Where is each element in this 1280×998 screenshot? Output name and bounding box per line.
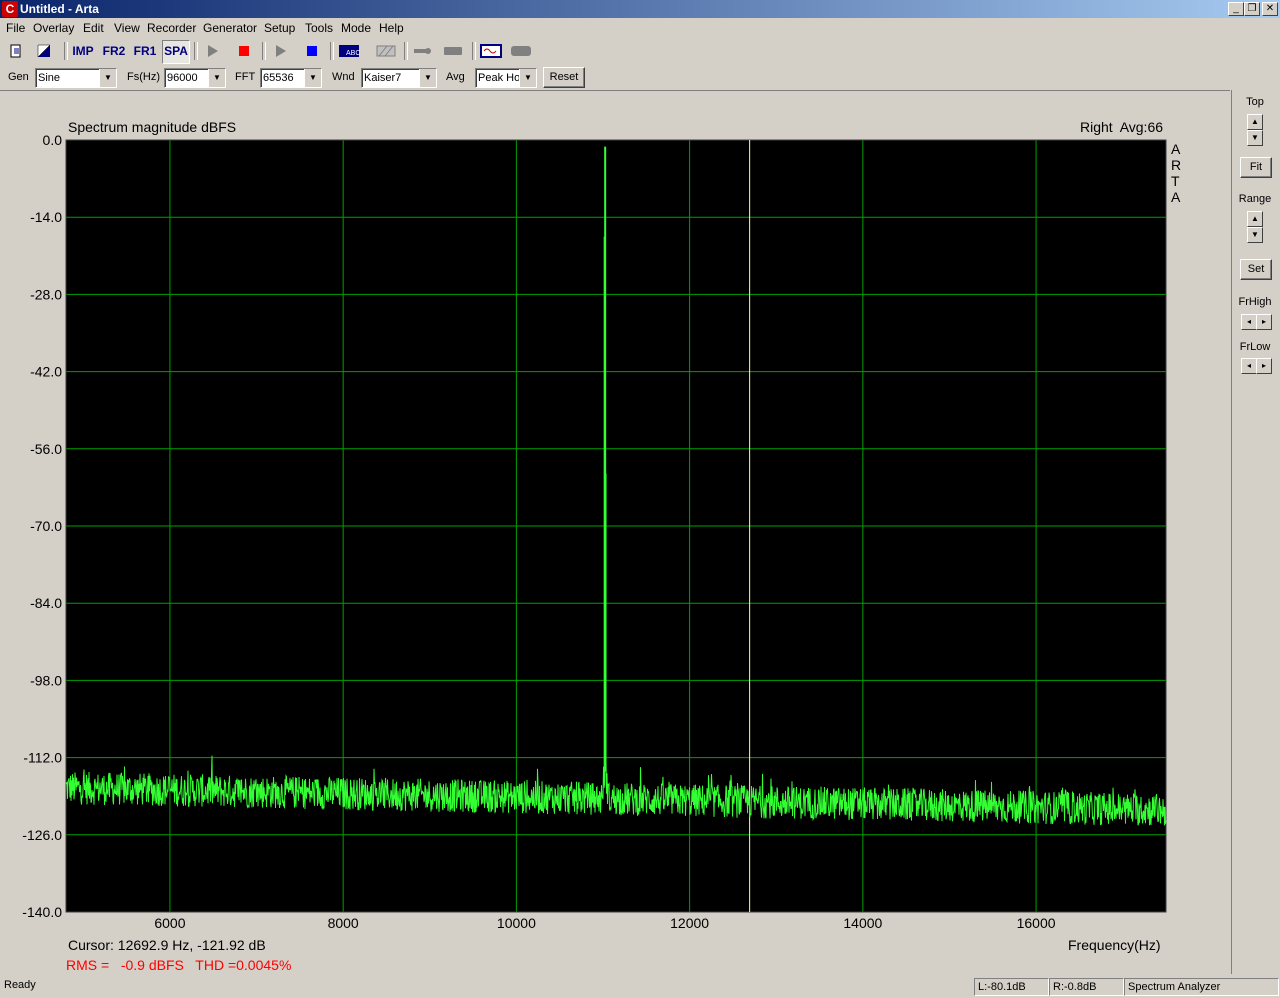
- brand-letter: R: [1171, 157, 1182, 173]
- y-tick-label: -70.0: [30, 518, 62, 534]
- y-tick-label: -28.0: [30, 286, 62, 302]
- range-down-icon[interactable]: ▼: [1247, 227, 1263, 243]
- y-tick-label: -84.0: [30, 595, 62, 611]
- range-label: Range: [1238, 193, 1272, 205]
- y-tick-label: 0.0: [43, 132, 63, 148]
- measurement-readout: RMS = -0.9 dBFS THD =0.0045%: [66, 957, 292, 973]
- range-up-icon[interactable]: ▲: [1247, 211, 1263, 227]
- status-ready: Ready: [4, 979, 36, 991]
- graph-panel: 0.0 -14.0 -28.0 -42.0 -56.0 -70.0 -84.0 -98.0 -1…: [0, 90, 1230, 975]
- frlow-label: FrLow: [1239, 341, 1271, 353]
- avg-select[interactable]: Peak Hol ▼: [475, 68, 537, 88]
- chevron-down-icon: ▼: [99, 69, 116, 87]
- imp-mode-button[interactable]: IMP: [70, 40, 96, 62]
- y-tick-label: -56.0: [30, 441, 62, 457]
- frhigh-left-icon[interactable]: ◂: [1241, 314, 1257, 330]
- close-button[interactable]: ✕: [1262, 2, 1278, 16]
- brand-letter: A: [1171, 189, 1181, 205]
- fft-label: FFT: [235, 71, 256, 83]
- menu-generator[interactable]: Generator: [203, 21, 257, 35]
- stop-icon[interactable]: [232, 40, 256, 62]
- window-title: Untitled - Arta: [20, 2, 99, 16]
- x-axis-label: Frequency(Hz): [1068, 937, 1161, 953]
- spa-mode-button[interactable]: SPA: [162, 40, 190, 64]
- status-bar: Ready L:-80.1dB R:-0.8dB Spectrum Analyz…: [0, 976, 1280, 998]
- top-up-icon[interactable]: ▲: [1247, 114, 1263, 130]
- menu-overlay[interactable]: Overlay: [33, 21, 74, 35]
- restore-button[interactable]: ❐: [1244, 2, 1260, 16]
- fs-label: Fs(Hz): [127, 71, 160, 83]
- channel-info: Right Avg:66: [1080, 119, 1164, 135]
- arta-icon[interactable]: C: [2, 1, 18, 17]
- frlow-right-icon[interactable]: ▸: [1256, 358, 1272, 374]
- svg-text:ABC: ABC: [346, 50, 360, 57]
- arta-brand: A R T A: [1171, 141, 1181, 205]
- y-tick-label: -140.0: [22, 904, 62, 920]
- gen-select[interactable]: Sine ▼: [35, 68, 117, 88]
- fit-button[interactable]: Fit: [1240, 157, 1272, 178]
- fr1-mode-button[interactable]: FR1: [132, 40, 158, 62]
- x-tick-label: 10000: [497, 915, 536, 931]
- menu-recorder[interactable]: Recorder: [147, 21, 196, 35]
- x-tick-label: 14000: [843, 915, 882, 931]
- menu-bar: File Overlay Edit View Recorder Generato…: [0, 18, 1280, 38]
- y-tick-label: -126.0: [22, 827, 62, 843]
- hatch-overlay-icon[interactable]: [374, 40, 398, 62]
- device-icon[interactable]: [441, 40, 465, 62]
- frhigh-right-icon[interactable]: ▸: [1256, 314, 1272, 330]
- brand-letter: T: [1171, 173, 1180, 189]
- y-tick-label: -98.0: [30, 672, 62, 688]
- wnd-label: Wnd: [332, 71, 355, 83]
- menu-setup[interactable]: Setup: [264, 21, 295, 35]
- right-panel: Top ▲ ▼ Fit Range ▲ ▼ Set FrHigh ◂ ▸ FrL…: [1231, 90, 1280, 974]
- chevron-down-icon: ▼: [519, 69, 536, 87]
- menu-view[interactable]: View: [114, 21, 140, 35]
- top-down-icon[interactable]: ▼: [1247, 130, 1263, 146]
- menu-edit[interactable]: Edit: [83, 21, 104, 35]
- generator-play-icon[interactable]: [268, 40, 292, 62]
- title-bar: C Untitled - Arta _ ❐ ✕: [0, 0, 1280, 18]
- status-right-level: R:-0.8dB: [1049, 978, 1124, 996]
- fs-select[interactable]: 96000 ▼: [164, 68, 226, 88]
- chevron-down-icon: ▼: [208, 69, 225, 87]
- status-mode: Spectrum Analyzer: [1124, 978, 1279, 996]
- oscilloscope-icon[interactable]: [478, 40, 504, 62]
- chevron-down-icon: ▼: [304, 69, 321, 87]
- cursor-readout: Cursor: 12692.9 Hz, -121.92 dB: [68, 937, 266, 953]
- y-tick-label: -14.0: [30, 209, 62, 225]
- chevron-down-icon: ▼: [419, 69, 436, 87]
- generator-stop-icon[interactable]: [300, 40, 324, 62]
- meter-icon[interactable]: [508, 40, 534, 62]
- menu-tools[interactable]: Tools: [305, 21, 333, 35]
- x-tick-label: 16000: [1017, 915, 1056, 931]
- gen-label: Gen: [8, 71, 29, 83]
- microphone-icon[interactable]: [410, 40, 434, 62]
- avg-label: Avg: [446, 71, 465, 83]
- brand-letter: A: [1171, 141, 1181, 157]
- abc-overlay-icon[interactable]: ABC: [336, 40, 362, 62]
- x-tick-label: 6000: [154, 915, 185, 931]
- play-icon[interactable]: [200, 40, 224, 62]
- menu-help[interactable]: Help: [379, 21, 404, 35]
- plot-title: Spectrum magnitude dBFS: [68, 119, 237, 135]
- fft-select[interactable]: 65536 ▼: [260, 68, 322, 88]
- menu-file[interactable]: File: [6, 21, 25, 35]
- minimize-button[interactable]: _: [1228, 2, 1244, 16]
- status-left-level: L:-80.1dB: [974, 978, 1049, 996]
- frlow-left-icon[interactable]: ◂: [1241, 358, 1257, 374]
- x-tick-label: 8000: [328, 915, 359, 931]
- y-tick-label: -112.0: [23, 750, 62, 766]
- spectrum-plot[interactable]: 0.0 -14.0 -28.0 -42.0 -56.0 -70.0 -84.0 -98.0 -1…: [0, 91, 1230, 975]
- top-label: Top: [1246, 96, 1264, 108]
- menu-mode[interactable]: Mode: [341, 21, 371, 35]
- reset-button[interactable]: Reset: [543, 67, 585, 88]
- new-file-icon[interactable]: [4, 40, 28, 62]
- x-tick-label: 12000: [670, 915, 709, 931]
- open-file-icon[interactable]: [32, 40, 56, 62]
- set-button[interactable]: Set: [1240, 259, 1272, 280]
- frhigh-label: FrHigh: [1238, 296, 1272, 308]
- wnd-select[interactable]: Kaiser7 ▼: [361, 68, 437, 88]
- fr2-mode-button[interactable]: FR2: [101, 40, 127, 62]
- y-tick-label: -42.0: [30, 364, 62, 380]
